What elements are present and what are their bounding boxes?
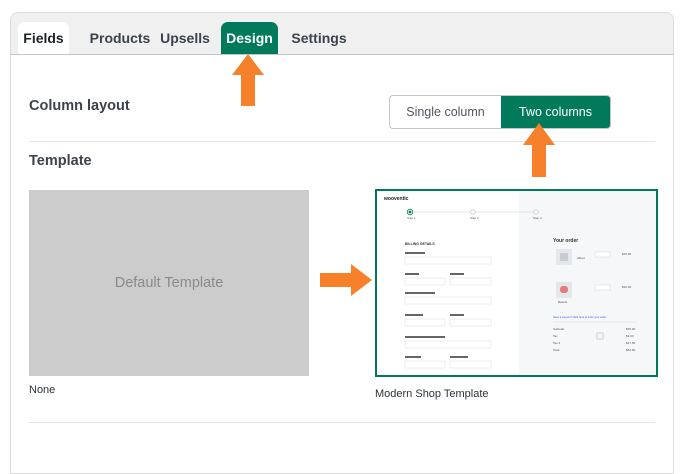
svg-text:Step 1: Step 1 xyxy=(407,216,416,220)
bottom-divider xyxy=(29,422,655,423)
column-layout-title: Column layout xyxy=(29,98,130,114)
tab-fields[interactable]: Fields xyxy=(18,22,69,54)
modern-template-caption: Modern Shop Template xyxy=(375,388,489,400)
template-title: Template xyxy=(29,153,92,169)
tab-upsells[interactable]: Upsells xyxy=(154,22,216,54)
tab-design[interactable]: Design xyxy=(221,22,278,54)
svg-text:Have a coupon? Click here to e: Have a coupon? Click here to enter your … xyxy=(553,315,606,319)
svg-text:Albert: Albert xyxy=(577,256,585,260)
modern-shop-template-card[interactable]: wooventic Step 1 Step 2 Step 3 BILLING D… xyxy=(375,189,658,377)
svg-text:BILLING DETAILS: BILLING DETAILS xyxy=(405,242,435,246)
single-column-option[interactable]: Single column xyxy=(390,96,501,128)
tab-settings[interactable]: Settings xyxy=(284,22,354,54)
svg-text:$27.50: $27.50 xyxy=(626,341,636,345)
default-template-card[interactable]: Default Template xyxy=(29,190,309,376)
checkout-editor-panel: Fields Products Upsells Design Settings … xyxy=(10,12,674,474)
tab-bar: Fields Products Upsells Design Settings xyxy=(11,13,673,55)
svg-text:Step 3: Step 3 xyxy=(533,216,542,220)
default-template-caption: None xyxy=(29,384,56,396)
preview-logo: wooventic xyxy=(383,196,409,202)
up-arrow-icon xyxy=(523,123,555,177)
svg-text:Tax: Tax xyxy=(553,334,558,338)
svg-text:Subtotal: Subtotal xyxy=(553,327,564,331)
tab-products[interactable]: Products xyxy=(76,22,164,54)
right-arrow-icon xyxy=(320,264,372,296)
svg-text:Step 2: Step 2 xyxy=(470,216,479,220)
column-layout-toggle: Single column Two columns xyxy=(389,95,611,129)
svg-text:Beanie: Beanie xyxy=(558,300,568,304)
svg-text:$3.00: $3.00 xyxy=(626,334,634,338)
svg-text:$15.00: $15.00 xyxy=(622,252,632,256)
up-arrow-icon xyxy=(232,54,264,106)
svg-text:$62.50: $62.50 xyxy=(626,348,636,352)
modern-template-preview: wooventic Step 1 Step 2 Step 3 BILLING D… xyxy=(377,191,656,375)
svg-text:$35.00: $35.00 xyxy=(626,327,636,331)
svg-text:Your order: Your order xyxy=(553,238,578,244)
section-divider xyxy=(29,141,655,142)
svg-text:$20.00: $20.00 xyxy=(622,285,632,289)
default-template-label: Default Template xyxy=(114,275,224,291)
two-columns-option[interactable]: Two columns xyxy=(501,96,610,128)
svg-text:Total: Total xyxy=(553,348,560,352)
svg-text:Tax 2: Tax 2 xyxy=(553,341,561,345)
